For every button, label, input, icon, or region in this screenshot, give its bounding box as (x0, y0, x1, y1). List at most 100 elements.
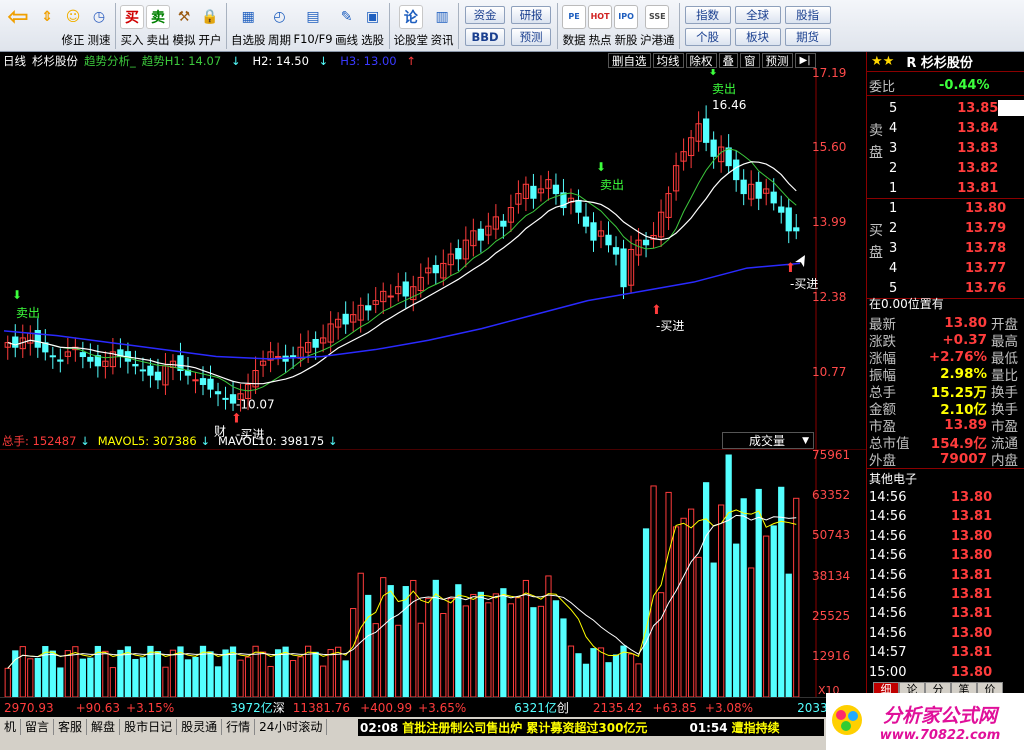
toolbar-button-画线[interactable]: ✎ 画线 (335, 1, 359, 51)
ask-level: 3 13.83 (867, 138, 1024, 158)
toolbar-separator (678, 2, 680, 49)
data-button-3[interactable]: 预测 (511, 27, 552, 46)
candle-body (214, 391, 222, 395)
period-label[interactable]: 日线 (3, 53, 26, 69)
tick-price: 13.80 (951, 528, 993, 544)
market-nav-button[interactable]: 板块 (734, 27, 781, 46)
news-headline-2[interactable]: 遭指持续 (732, 719, 780, 736)
pencil-icon: ✎ (340, 8, 353, 25)
webi-label: 委比 (869, 80, 896, 95)
f10-icon: ▤ (306, 8, 320, 25)
mavol5-line (7, 509, 797, 669)
chart-area: 日线 杉杉股份 趋势分析_ 趋势H1: 14.07 ↓ H2: 14.50 ↓ … (0, 52, 866, 697)
candle-body (192, 379, 199, 382)
toolbar-button-开户[interactable]: 🔒 开户 (198, 1, 222, 51)
market-nav-button[interactable]: 期货 (784, 27, 831, 46)
chart-annotation: 卖出 (600, 178, 624, 192)
bid-level: 2 13.79 (867, 218, 1024, 238)
toolbar-button-买入[interactable]: 买买入 (120, 1, 144, 51)
toolbar-button-卖出[interactable]: 卖卖出 (146, 1, 170, 51)
ask-level: 1 13.81 (867, 178, 1024, 198)
ipo-icon: IPO (614, 4, 639, 29)
data-button-1[interactable]: 研报 (511, 5, 552, 24)
news-ticker[interactable]: 02:08 首批注册制公司售出炉 累计募资超过300亿元 01:54 遭指持续 (358, 719, 824, 736)
toolbar-button-周期[interactable]: ◴ 周期 (268, 1, 292, 51)
toolbar-button-论股堂[interactable]: 论论股堂 (394, 1, 428, 51)
bottom-tab[interactable]: 解盘 (87, 719, 121, 735)
tick-row: 14:56 13.80 (867, 527, 1024, 546)
chart-header-button[interactable]: 预测 (761, 53, 793, 68)
bid-price[interactable]: 13.79 (965, 221, 1006, 236)
candle-body (154, 371, 162, 381)
toolbar-button-模拟[interactable]: ⚒ 模拟 (172, 1, 196, 51)
chart-header-button[interactable]: 窗 (740, 53, 760, 68)
toolbar-button-测速[interactable]: ◷ 测速 (87, 1, 111, 51)
chart-annotation: -买进 (656, 319, 684, 333)
bottom-tab[interactable]: 24小时滚动 (255, 719, 328, 735)
toolbar-button-热点[interactable]: HOT 热点 (588, 1, 613, 51)
volume-bar (710, 562, 717, 697)
ask-price[interactable]: 13.84 (957, 121, 998, 136)
volume-bar (274, 649, 282, 697)
candle-body (785, 207, 792, 232)
toolbar-button-新股[interactable]: IPO 新股 (614, 1, 639, 51)
volume-bar (650, 485, 657, 697)
news-time-1: 02:08 (360, 720, 399, 735)
bottom-tab[interactable]: 机 (0, 719, 22, 735)
volume-bar (342, 660, 349, 697)
market-nav-button[interactable]: 个股 (684, 27, 731, 46)
toolbar-button-label: 开户 (198, 32, 222, 47)
toolbar-button-沪港通[interactable]: SSE 沪港通 (640, 1, 675, 51)
chart-header-button[interactable]: 均线 (652, 53, 684, 68)
bid-price[interactable]: 13.80 (965, 201, 1006, 216)
quote-stat-value: +2.76% (928, 348, 987, 365)
bottom-tab[interactable]: 客服 (54, 719, 88, 735)
toolbar-button-自选股[interactable]: ▦ 自选股 (231, 1, 266, 51)
market-nav-button[interactable]: 全球 (734, 5, 781, 24)
watermark-url: www.70822.com (879, 727, 1001, 743)
volume-bar (642, 528, 650, 697)
quote-stat-row: 振幅 2.98% 量比 (867, 365, 1024, 384)
toolbar-button-数据[interactable]: PE 数据 (562, 1, 587, 51)
chart-header-button[interactable]: 除权 (685, 53, 717, 68)
bottom-tab[interactable]: 股市日记 (120, 719, 178, 735)
volume-chart[interactable] (0, 449, 866, 697)
chart-header-button[interactable]: 叠 (718, 53, 738, 68)
volume-bar (184, 659, 192, 697)
market-nav-button[interactable]: 指数 (684, 5, 731, 24)
bid-price[interactable]: 13.76 (965, 281, 1006, 296)
tick-time: 14:56 (869, 587, 907, 602)
ask-price[interactable]: 13.81 (957, 181, 998, 196)
candle-body (770, 191, 777, 204)
toolbar-button-选股[interactable]: ▣ 选股 (361, 1, 385, 51)
toolbar-button-修正[interactable]: ☺ 修正 (61, 1, 85, 51)
candle-body (312, 338, 319, 348)
chart-header-button[interactable]: 删自选 (608, 53, 651, 68)
toolbar-button-label: 资讯 (430, 32, 454, 47)
sh-index-change: +90.63 (75, 700, 121, 715)
volume-dropdown[interactable]: 成交量 ▼ (722, 432, 814, 449)
sz-index-value: 11381.76 (292, 700, 351, 715)
ask-price[interactable]: 13.83 (957, 141, 998, 156)
bid-price[interactable]: 13.77 (965, 261, 1006, 276)
news-headline-1[interactable]: 首批注册制公司售出炉 累计募资超过300亿元 (402, 719, 647, 736)
bottom-tab[interactable]: 行情 (222, 719, 256, 735)
volume-bar (259, 651, 267, 697)
bottom-tab[interactable]: 股灵通 (177, 719, 223, 735)
toolbar-button-up-down-arrow[interactable]: ⇕ (35, 1, 59, 51)
toolbar-button-F10/F9[interactable]: ▤ F10/F9 (294, 1, 333, 51)
toolbar-button-label: 热点 (588, 32, 612, 47)
ask-price[interactable]: 13.82 (957, 161, 998, 176)
buy-icon: 买 (120, 4, 144, 29)
indicator-name[interactable]: 趋势分析_ (84, 53, 136, 69)
market-nav-button[interactable]: 股指 (784, 5, 831, 24)
bottom-tab[interactable]: 留言 (21, 719, 55, 735)
toolbar-button-back-arrow[interactable]: ⇦ (3, 1, 33, 51)
data-button-2[interactable]: BBD (465, 27, 506, 46)
data-button-0[interactable]: 资金 (465, 5, 506, 24)
sector-name[interactable]: 其他电子 (869, 470, 917, 487)
candlestick-chart[interactable]: ⬇卖出-10.07⬆-买进⬇卖出⬆-买进16.46⬇卖出⬆-买进财➤ (0, 69, 866, 449)
toolbar-button-资讯[interactable]: ▥ 资讯 (430, 1, 454, 51)
ask-price[interactable]: 13.85 (957, 101, 998, 116)
bid-price[interactable]: 13.78 (965, 241, 1006, 256)
